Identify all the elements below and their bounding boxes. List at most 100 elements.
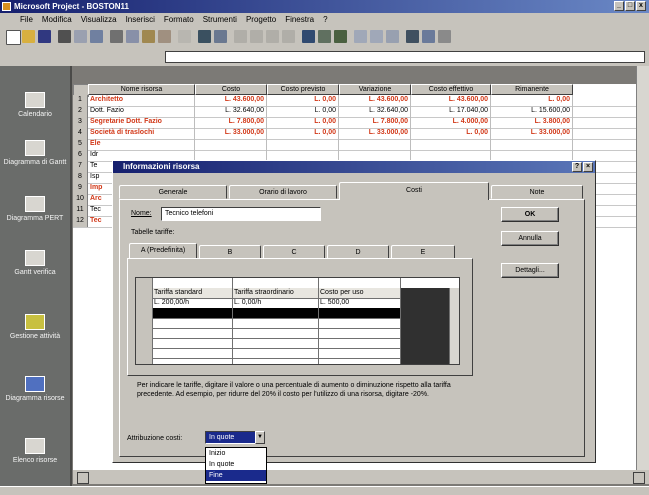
cell-costo[interactable]: L. 7.800,00 xyxy=(195,117,267,128)
tab-orario-lavoro[interactable]: Orario di lavoro xyxy=(229,185,337,199)
assign-resources-icon[interactable] xyxy=(282,30,295,43)
view-diagramma-risorse[interactable]: Diagramma risorse xyxy=(0,376,70,403)
help-icon[interactable]: ? xyxy=(572,162,582,172)
cell-var[interactable]: L. 7.800,00 xyxy=(339,117,411,128)
view-gestione-attivita[interactable]: Gestione attività xyxy=(0,314,70,341)
dialog-close-icon[interactable]: × xyxy=(583,162,593,172)
cell-rim[interactable]: L. 0,00 xyxy=(491,95,573,106)
accrual-option-inizio[interactable]: Inizio xyxy=(206,448,266,459)
menu-inserisci[interactable]: Inserisci xyxy=(126,15,155,24)
cell-prev[interactable]: L. 0,00 xyxy=(267,106,339,117)
row-number[interactable]: 11 xyxy=(73,205,88,216)
cell-costo[interactable] xyxy=(195,139,267,150)
row-number[interactable]: 10 xyxy=(73,194,88,205)
row-number[interactable]: 8 xyxy=(73,172,88,183)
zoom-in-icon[interactable] xyxy=(354,30,367,43)
row-number[interactable]: 9 xyxy=(73,183,88,194)
cell-eff[interactable] xyxy=(411,139,491,150)
grid-scrollbar[interactable] xyxy=(449,288,459,364)
row-number[interactable]: 4 xyxy=(73,128,88,139)
notes-icon[interactable] xyxy=(266,30,279,43)
row-number[interactable]: 5 xyxy=(73,139,88,150)
cell-name[interactable]: Ele xyxy=(88,139,195,150)
row-number[interactable]: 7 xyxy=(73,161,88,172)
row-number[interactable]: 12 xyxy=(73,216,88,227)
menu-file[interactable]: File xyxy=(20,15,33,24)
sheet-vertical-scrollbar[interactable] xyxy=(636,66,649,470)
close-button[interactable]: x xyxy=(636,1,646,11)
unlink-tasks-icon[interactable] xyxy=(214,30,227,43)
col-header-rimanente[interactable]: Rimanente xyxy=(491,84,573,95)
subtab-a[interactable]: A (Predefinita) xyxy=(129,243,197,258)
new-file-icon[interactable] xyxy=(6,30,21,45)
resource-name-field[interactable]: Tecnico telefoni xyxy=(161,207,321,221)
cell-eff[interactable]: L. 43.600,00 xyxy=(411,95,491,106)
copy-picture-icon[interactable] xyxy=(318,30,331,43)
tab-costi[interactable]: Costi xyxy=(339,182,489,200)
cell-name[interactable]: Segretarie Dott. Fazio xyxy=(88,117,195,128)
menu-visualizza[interactable]: Visualizza xyxy=(81,15,117,24)
col-header-costo[interactable]: Costo xyxy=(195,84,267,95)
subtab-d[interactable]: D xyxy=(327,245,389,259)
details-button[interactable]: Dettagli... xyxy=(501,263,559,278)
cell-costo[interactable]: L. 43.600,00 xyxy=(195,95,267,106)
cell-standard-rate[interactable]: L. 200,00/h xyxy=(154,298,189,308)
cell-name[interactable]: Architetto xyxy=(88,95,195,106)
menu-modifica[interactable]: Modifica xyxy=(42,15,72,24)
cell-rim[interactable]: L. 3.800,00 xyxy=(491,117,573,128)
subtab-e[interactable]: E xyxy=(391,245,455,259)
minimize-button[interactable]: _ xyxy=(614,1,624,11)
ok-button[interactable]: OK xyxy=(501,207,559,222)
cell-prev[interactable] xyxy=(267,139,339,150)
menu-strumenti[interactable]: Strumenti xyxy=(203,15,237,24)
cell-var[interactable]: L. 33.000,00 xyxy=(339,128,411,139)
row-number[interactable]: 2 xyxy=(73,106,88,117)
sheet-horizontal-scrollbar[interactable] xyxy=(73,470,649,484)
tab-generale[interactable]: Generale xyxy=(119,185,227,199)
spelling-icon[interactable] xyxy=(90,30,103,43)
row-number[interactable]: 3 xyxy=(73,117,88,128)
menu-help[interactable]: ? xyxy=(323,15,327,24)
cell-name[interactable]: Società di traslochi xyxy=(88,128,195,139)
cell-prev[interactable]: L. 0,00 xyxy=(267,128,339,139)
subtab-b[interactable]: B xyxy=(199,245,261,259)
task-info-icon[interactable] xyxy=(250,30,263,43)
entry-field[interactable] xyxy=(165,51,645,63)
tab-note[interactable]: Note xyxy=(491,185,583,199)
cell-eff[interactable]: L. 17.040,00 xyxy=(411,106,491,117)
save-icon[interactable] xyxy=(38,30,51,43)
menu-progetto[interactable]: Progetto xyxy=(246,15,276,24)
col-header-nome[interactable]: Nome risorsa xyxy=(88,84,195,95)
cell-rim[interactable]: L. 15.600,00 xyxy=(491,106,573,117)
cell-rim[interactable]: L. 33.000,00 xyxy=(491,128,573,139)
cell-costo[interactable]: L. 32.640,00 xyxy=(195,106,267,117)
cell-name[interactable]: Dott. Fazio xyxy=(88,106,195,117)
cut-icon[interactable] xyxy=(110,30,123,43)
cell-var[interactable] xyxy=(339,139,411,150)
undo-icon[interactable] xyxy=(178,30,191,43)
cell-var[interactable]: L. 43.600,00 xyxy=(339,95,411,106)
split-task-icon[interactable] xyxy=(234,30,247,43)
cell-eff[interactable]: L. 4.000,00 xyxy=(411,117,491,128)
scroll-right-icon[interactable] xyxy=(633,472,645,484)
open-folder-icon[interactable] xyxy=(22,30,35,43)
office-assistant-icon[interactable] xyxy=(438,30,451,43)
goto-selected-task-icon[interactable] xyxy=(334,30,347,43)
col-header-variazione[interactable]: Variazione xyxy=(339,84,411,95)
cell-prev[interactable]: L. 0,00 xyxy=(267,95,339,106)
row-number[interactable]: 6 xyxy=(73,150,88,161)
paste-icon[interactable] xyxy=(142,30,155,43)
print-icon[interactable] xyxy=(58,30,71,43)
subtab-c[interactable]: C xyxy=(263,245,325,259)
cell-var[interactable]: L. 32.640,00 xyxy=(339,106,411,117)
cell-eff[interactable]: L. 0,00 xyxy=(411,128,491,139)
cell-costo[interactable]: L. 33.000,00 xyxy=(195,128,267,139)
cancel-button[interactable]: Annulla xyxy=(501,231,559,246)
view-pert[interactable]: Diagramma PERT xyxy=(0,196,70,223)
col-header-costo-previsto[interactable]: Costo previsto xyxy=(267,84,339,95)
zoom-out-icon[interactable] xyxy=(370,30,383,43)
filter-icon[interactable] xyxy=(386,30,399,43)
workgroup-icon[interactable] xyxy=(406,30,419,43)
chevron-down-icon[interactable]: ▼ xyxy=(255,431,265,444)
maximize-button[interactable]: □ xyxy=(625,1,635,11)
